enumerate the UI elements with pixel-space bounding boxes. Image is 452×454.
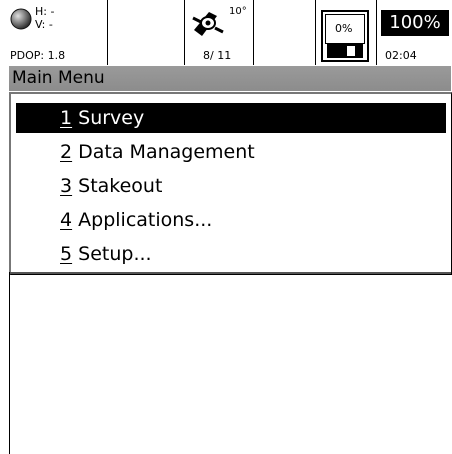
battery-level: 100% xyxy=(381,10,449,36)
menu-item-label: Applications... xyxy=(78,209,213,231)
position-status[interactable]: H: - V: - PDOP: 1.8 xyxy=(9,0,107,65)
pdop-value: PDOP: 1.8 xyxy=(10,49,66,62)
gps-status-icon xyxy=(10,8,32,30)
content-area-border xyxy=(9,272,10,454)
menu-item-number: 2 xyxy=(60,141,73,163)
menu-item-applications[interactable]: 4 Applications... xyxy=(16,205,446,235)
menu-item-stakeout[interactable]: 3 Stakeout xyxy=(16,171,446,201)
power-status[interactable]: 100% 02:04 xyxy=(377,0,451,65)
menu-item-number: 5 xyxy=(60,243,73,265)
screen: H: - V: - PDOP: 1.8 10° 8/ 11 0% 100% 02… xyxy=(9,0,452,454)
storage-used: 0% xyxy=(335,22,353,35)
elevation-mask: 10° xyxy=(229,6,247,17)
menu-item-survey[interactable]: 1 Survey xyxy=(16,103,446,133)
page-title: Main Menu xyxy=(9,66,451,91)
v-precision: V: - xyxy=(35,18,53,31)
h-precision: H: - xyxy=(35,5,55,18)
storage-status[interactable]: 0% xyxy=(316,0,376,65)
menu-item-label: Setup... xyxy=(78,243,152,265)
menu-item-number: 3 xyxy=(60,175,73,197)
page-title-text: Main Menu xyxy=(12,68,105,88)
menu-item-number: 4 xyxy=(60,209,73,231)
status-bar: H: - V: - PDOP: 1.8 10° 8/ 11 0% 100% 02… xyxy=(9,0,451,65)
clock: 02:04 xyxy=(385,49,417,62)
divider xyxy=(253,0,254,65)
main-menu-list: 1 Survey 2 Data Management 3 Stakeout 4 … xyxy=(9,92,452,275)
menu-item-label: Survey xyxy=(78,107,145,129)
divider xyxy=(107,0,108,65)
satellite-status[interactable]: 10° 8/ 11 xyxy=(185,0,253,65)
menu-item-data-management[interactable]: 2 Data Management xyxy=(16,137,446,167)
menu-item-setup[interactable]: 5 Setup... xyxy=(16,239,446,269)
satellite-icon xyxy=(192,12,224,36)
menu-item-label: Data Management xyxy=(78,141,255,163)
satellite-count: 8/ 11 xyxy=(203,49,232,62)
menu-item-label: Stakeout xyxy=(78,175,163,197)
menu-item-number: 1 xyxy=(60,107,73,129)
floppy-disk-icon: 0% xyxy=(321,10,369,62)
menu-bottom-divider xyxy=(9,272,451,274)
